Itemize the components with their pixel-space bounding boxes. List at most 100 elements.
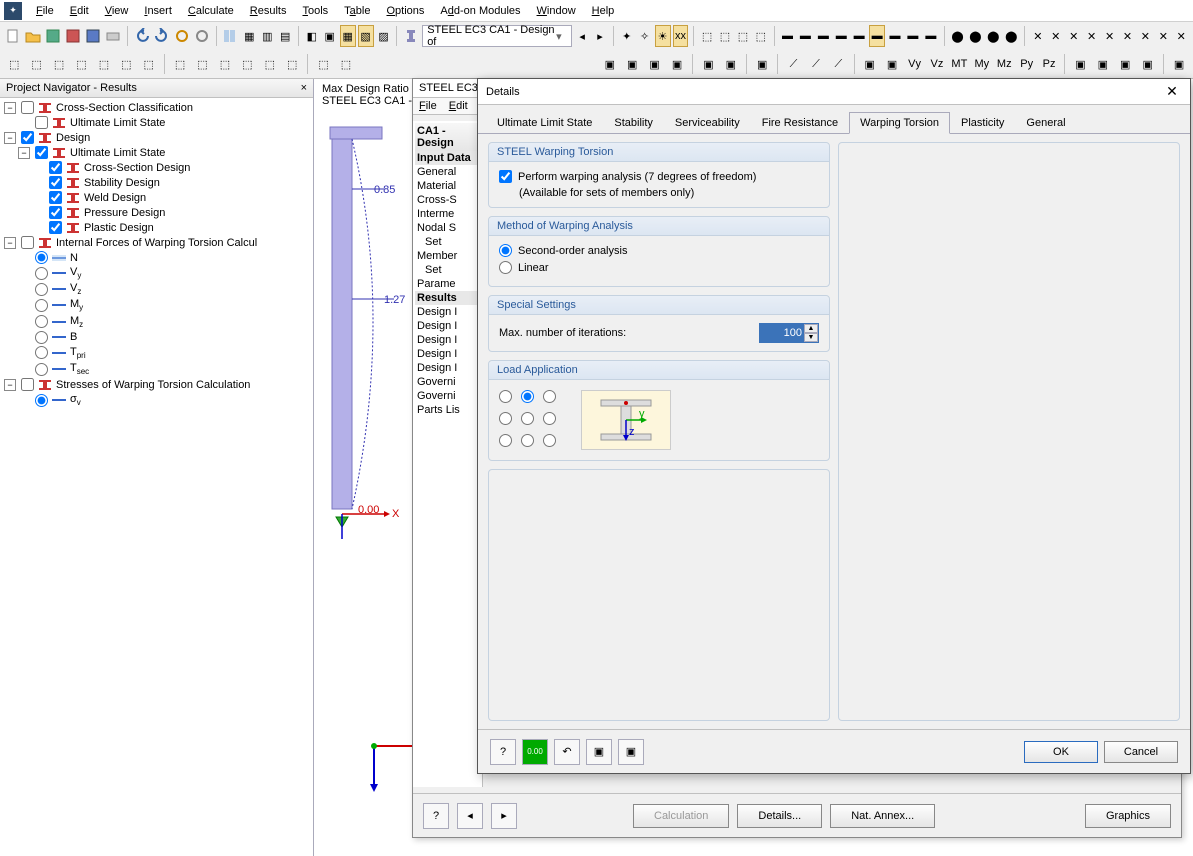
tab-warping[interactable]: Warping Torsion [849,112,950,134]
warping-checkbox-row[interactable]: Perform warping analysis (7 degrees of f… [499,170,819,183]
reset-icon[interactable]: ↶ [554,739,580,765]
tb-icon[interactable]: ⬚ [336,53,356,75]
tree-check[interactable] [35,116,48,129]
tb-icon[interactable]: Mz [994,53,1014,75]
menu-results[interactable]: Results [242,3,295,19]
tab-fire[interactable]: Fire Resistance [751,112,849,134]
tree-radio[interactable] [35,315,48,328]
tree-check[interactable] [21,378,34,391]
close-icon[interactable]: ✕ [1162,82,1182,102]
cancel-button[interactable]: Cancel [1104,741,1178,763]
tb-icon[interactable]: ⬚ [49,53,69,75]
tb-icon[interactable] [64,25,82,47]
details-button[interactable]: Details... [737,804,822,828]
tb-icon[interactable]: ⬚ [71,53,91,75]
graphics-button[interactable]: Graphics [1085,804,1171,828]
tb-icon[interactable]: ✕ [1048,25,1064,47]
tb-icon[interactable]: ▣ [322,25,338,47]
tb-icon[interactable]: ⬤ [950,25,966,47]
tree-collapse-icon[interactable]: − [4,102,16,114]
module-tree[interactable]: CA1 - Design Input Data General Material… [413,121,483,787]
load-pos-radio[interactable] [521,410,541,426]
help-icon[interactable]: ? [490,739,516,765]
tree-collapse-icon[interactable]: − [4,379,16,391]
tool-icon[interactable]: ▣ [618,739,644,765]
tb-icon[interactable]: ▬ [797,25,813,47]
spin-up-icon[interactable]: ▲ [804,324,818,333]
radio-second-order[interactable]: Second-order analysis [499,244,819,257]
tb-icon[interactable]: ⬤ [1003,25,1019,47]
tree-collapse-icon[interactable]: − [4,132,16,144]
tb-icon[interactable]: ▦ [340,25,356,47]
module-menu-file[interactable]: File [419,100,437,112]
menu-view[interactable]: View [97,3,137,19]
tree-radio[interactable] [35,283,48,296]
tree-radio[interactable] [35,331,48,344]
tb-icon[interactable]: xx [673,25,689,47]
tb-icon[interactable]: ▣ [698,53,718,75]
menu-calculate[interactable]: Calculate [180,3,242,19]
menu-table[interactable]: Table [336,3,378,19]
tb-icon[interactable]: ▣ [1115,53,1135,75]
tb-icon[interactable]: ▤ [277,25,293,47]
new-icon[interactable] [4,25,22,47]
tb-icon[interactable]: ⬚ [699,25,715,47]
save-icon[interactable] [84,25,102,47]
tab-uls[interactable]: Ultimate Limit State [486,112,603,134]
tb-icon[interactable]: Vz [927,53,947,75]
tb-icon[interactable]: ▬ [869,25,885,47]
units-icon[interactable]: 0.00 [522,739,548,765]
menu-options[interactable]: Options [378,3,432,19]
tab-general[interactable]: General [1015,112,1076,134]
tree-check[interactable] [49,221,62,234]
load-pos-radio[interactable] [521,432,541,448]
tb-icon[interactable]: ▬ [851,25,867,47]
tb-icon[interactable]: ✧ [637,25,653,47]
tb-icon[interactable] [193,25,211,47]
tb-icon[interactable]: ✕ [1120,25,1136,47]
ok-button[interactable]: OK [1024,741,1098,763]
tree-check[interactable] [21,101,34,114]
load-pos-radio[interactable] [499,410,519,426]
tree-radio[interactable] [35,251,48,264]
tree-radio[interactable] [35,346,48,359]
tb-icon[interactable]: ⬚ [215,53,235,75]
tb-icon[interactable]: ▣ [600,53,620,75]
tb-icon[interactable]: ✕ [1173,25,1189,47]
tab-plasticity[interactable]: Plasticity [950,112,1015,134]
tb-icon[interactable]: ⬚ [717,25,733,47]
tab-stability[interactable]: Stability [603,112,664,134]
spin-down-icon[interactable]: ▼ [804,333,818,342]
print-icon[interactable] [104,25,122,47]
iterations-input[interactable] [760,324,804,342]
tb-icon[interactable]: ⟋ [783,53,803,75]
load-pos-radio[interactable] [543,432,563,448]
tb-icon[interactable] [402,25,420,47]
tb-icon[interactable]: ⬚ [139,53,159,75]
tb-icon[interactable]: ✕ [1084,25,1100,47]
load-pos-radio[interactable] [499,388,519,404]
tb-icon[interactable]: ▬ [780,25,796,47]
tb-icon[interactable]: ✕ [1066,25,1082,47]
menu-edit[interactable]: Edit [62,3,97,19]
tb-icon[interactable]: ▣ [667,53,687,75]
tb-icon[interactable]: ▣ [1169,53,1189,75]
tree-check[interactable] [21,236,34,249]
tb-icon[interactable]: ⬚ [116,53,136,75]
tb-icon[interactable]: ▧ [358,25,374,47]
tb-icon[interactable]: ▬ [833,25,849,47]
tb-icon[interactable]: ⬤ [967,25,983,47]
tb-icon[interactable]: ▦ [241,25,257,47]
tb-icon[interactable]: MT [949,53,969,75]
module-tab[interactable]: CA1 - Design [415,123,480,151]
tool-icon[interactable]: ▣ [586,739,612,765]
module-menu-edit[interactable]: Edit [449,100,468,112]
tb-icon[interactable] [44,25,62,47]
next-icon[interactable]: ▸ [491,803,517,829]
module-dropdown[interactable]: STEEL EC3 CA1 - Design of ▾ [422,25,572,47]
menu-file[interactable]: File [28,3,62,19]
tb-icon[interactable]: Py [1016,53,1036,75]
tb-icon[interactable] [173,25,191,47]
tb-icon[interactable]: ⬚ [282,53,302,75]
tb-icon[interactable]: ✕ [1137,25,1153,47]
